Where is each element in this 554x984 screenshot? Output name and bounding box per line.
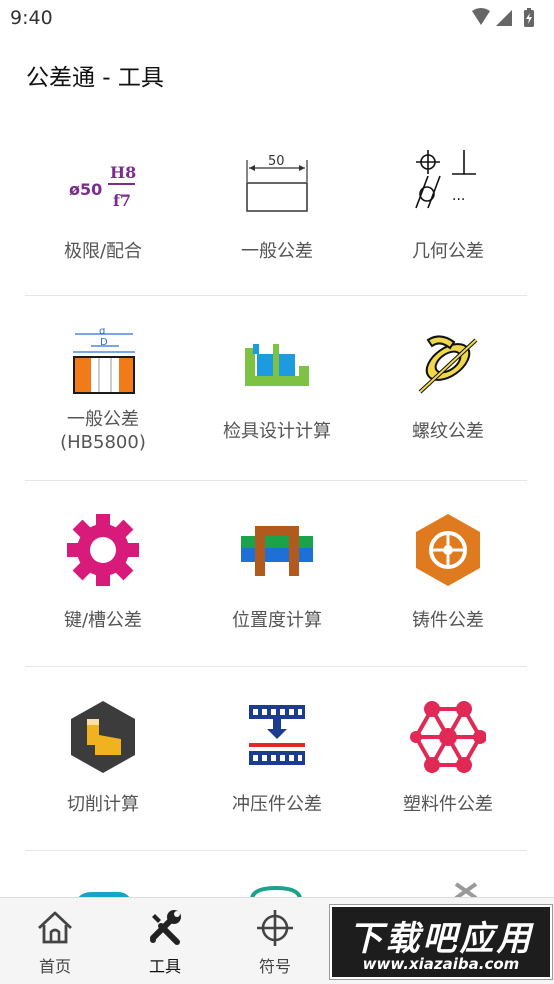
tool-stamping-tolerance[interactable]: 冲压件公差 — [191, 695, 363, 825]
tool-position-calc[interactable]: 位置度计算 — [191, 508, 363, 648]
tool-label: 塑料件公差 — [403, 794, 493, 815]
divider — [25, 295, 527, 296]
tool-key-slot[interactable]: 键/槽公差 — [17, 508, 189, 648]
dimension-text: 50 — [268, 154, 285, 169]
nav-label: 符号 — [258, 957, 291, 976]
limits-fits-icon: ø50 H8 f7 — [69, 163, 136, 210]
nav-item-tools[interactable]: 工具 — [110, 898, 220, 984]
key-slot-gear-icon — [67, 514, 139, 586]
tool-label: 几何公差 — [412, 241, 484, 262]
fit-diameter-text: ø50 — [69, 180, 102, 199]
tool-label: 位置度计算 — [232, 610, 322, 631]
wifi-icon — [472, 8, 490, 25]
geometric-tolerance-icon: ... — [415, 150, 476, 209]
tools-icon — [150, 910, 181, 945]
tool-label-sub: (HB5800) — [60, 432, 146, 453]
ellipsis-text: ... — [452, 188, 465, 204]
tool-label: 极限/配合 — [63, 241, 143, 262]
hb5800-icon: d D — [73, 328, 135, 394]
crosshair-icon — [257, 910, 293, 946]
tool-label: 冲压件公差 — [232, 794, 322, 815]
home-icon — [38, 911, 72, 944]
stamping-tolerance-icon — [249, 705, 305, 765]
tool-label: 一般公差 — [67, 409, 139, 430]
nav-label: 工具 — [148, 957, 181, 976]
signal-icon — [496, 10, 512, 26]
tool-cutting-calc[interactable]: 切削计算 — [17, 695, 189, 825]
plastic-part-icon — [410, 701, 486, 773]
gauge-design-icon — [245, 344, 309, 386]
divider — [25, 666, 527, 667]
watermark-logo: 下载吧应用 www.xiazaiba.com — [330, 905, 552, 979]
general-tolerance-icon: 50 — [246, 154, 308, 212]
tool-gauge-design[interactable]: 检具设计计算 — [191, 320, 363, 460]
tool-label: 螺纹公差 — [412, 421, 484, 442]
nav-label: 首页 — [38, 957, 71, 976]
status-bar: 9:40 — [0, 0, 554, 36]
tool-general-tolerance[interactable]: 50 一般公差 — [191, 140, 363, 270]
status-icons — [472, 8, 534, 27]
partial-icon-right — [454, 882, 478, 898]
tool-label: 铸件公差 — [412, 610, 484, 631]
casting-tolerance-icon — [416, 514, 480, 586]
hb-outer-text: d — [99, 328, 105, 337]
tool-casting-tolerance[interactable]: 铸件公差 — [362, 508, 534, 648]
tool-label: 切削计算 — [67, 794, 139, 815]
tool-label: 检具设计计算 — [223, 421, 331, 442]
thread-tolerance-icon — [418, 335, 478, 394]
watermark-title: 下载吧应用 — [348, 919, 534, 959]
page-title: 公差通 - 工具 — [26, 65, 164, 91]
tool-hb5800[interactable]: d D 一般公差 (HB5800) — [17, 320, 189, 460]
tool-thread-tolerance[interactable]: 螺纹公差 — [362, 320, 534, 460]
fit-shaft-text: f7 — [113, 191, 131, 210]
tool-plastic-part[interactable]: 塑料件公差 — [362, 695, 534, 825]
position-calc-icon — [241, 526, 313, 576]
status-time: 9:40 — [10, 7, 53, 29]
nav-item-home[interactable]: 首页 — [0, 898, 110, 984]
tool-label: 一般公差 — [241, 241, 313, 262]
watermark-url: www.xiazaiba.com — [362, 955, 520, 973]
divider — [25, 850, 527, 851]
divider — [25, 480, 527, 481]
partial-row-icons — [78, 882, 478, 898]
tool-label: 键/槽公差 — [63, 610, 143, 631]
fit-hole-text: H8 — [110, 163, 136, 182]
cutting-calc-icon — [71, 701, 135, 773]
hb-inner-text: D — [100, 337, 108, 348]
nav-item-symbols[interactable]: 符号 — [220, 898, 330, 984]
tool-limits-fits[interactable]: ø50 H8 f7 极限/配合 — [17, 140, 189, 270]
tool-geometric-tolerance[interactable]: ... 几何公差 — [362, 140, 534, 270]
